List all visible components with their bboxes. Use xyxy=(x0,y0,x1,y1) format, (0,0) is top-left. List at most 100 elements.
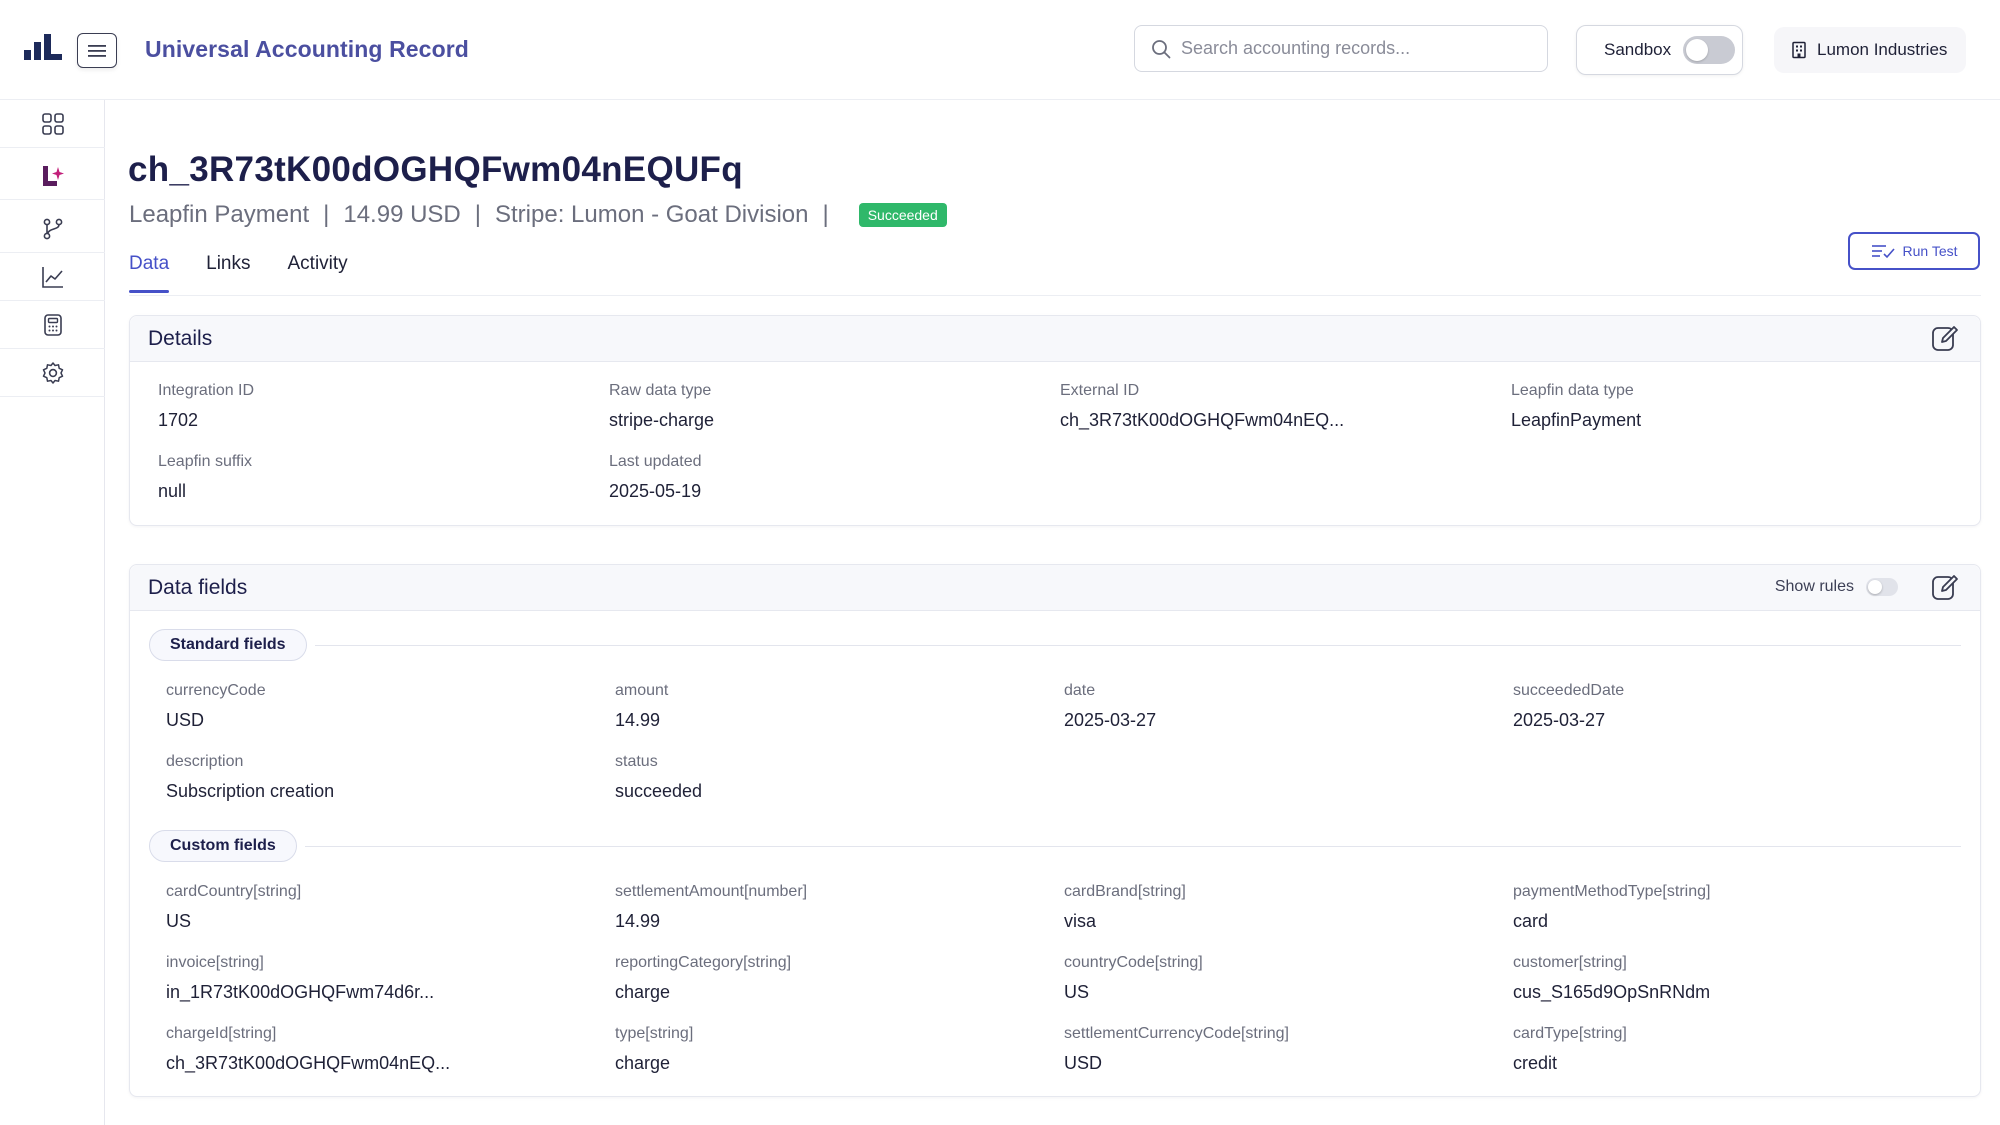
custom-field: reportingCategory[string] charge xyxy=(615,954,915,1003)
field-label: Last updated xyxy=(609,453,702,470)
toggle-knob xyxy=(1686,39,1709,61)
field-value: 14.99 xyxy=(615,710,661,730)
record-type: Leapfin Payment xyxy=(129,201,310,228)
field-label: countryCode[string] xyxy=(1064,954,1203,971)
section-divider xyxy=(315,645,1961,646)
field-value: USD xyxy=(1064,1053,1103,1073)
field-value: visa xyxy=(1064,911,1097,931)
hamburger-icon xyxy=(88,44,106,57)
field-label: settlementCurrencyCode[string] xyxy=(1064,1025,1289,1042)
branch-icon xyxy=(43,218,62,239)
field-value: USD xyxy=(166,710,205,730)
field-label: Raw data type xyxy=(609,382,712,399)
field-label: date xyxy=(1064,682,1096,699)
field-value: in_1R73tK00dOGHQFwm74d6r... xyxy=(166,982,435,1002)
run-test-label: Run Test xyxy=(1902,243,1958,259)
tabs-divider xyxy=(129,295,1981,296)
field-value: 2025-03-27 xyxy=(1064,710,1157,730)
field-value: card xyxy=(1513,911,1549,931)
field-value: charge xyxy=(615,982,671,1002)
field-label: Integration ID xyxy=(158,382,255,399)
search-icon xyxy=(1152,39,1171,58)
details-title: Details xyxy=(148,326,213,350)
standard-field: description Subscription creation xyxy=(166,753,466,802)
field-label: paymentMethodType[string] xyxy=(1513,883,1711,900)
sandbox-toggle[interactable] xyxy=(1683,36,1736,64)
building-icon xyxy=(1792,41,1806,59)
field-value: Subscription creation xyxy=(166,781,335,801)
record-id-title: ch_3R73tK00dOGHQFwm04nEQUFq xyxy=(128,150,743,189)
sidebar-item-settings[interactable] xyxy=(0,349,105,397)
separator: | xyxy=(822,201,829,228)
show-rules-toggle[interactable] xyxy=(1866,578,1898,596)
field-label: description xyxy=(166,753,244,770)
field-value: ch_3R73tK00dOGHQFwm04nEQ... xyxy=(1060,410,1345,430)
standard-fields-pill: Standard fields xyxy=(149,629,307,661)
field-value: LeapfinPayment xyxy=(1511,410,1642,430)
tab-data[interactable]: Data xyxy=(129,253,170,293)
custom-field: chargeId[string] ch_3R73tK00dOGHQFwm04nE… xyxy=(166,1025,466,1074)
field-value: US xyxy=(1064,982,1090,1002)
dashboard-grid-icon xyxy=(41,112,64,135)
search-input[interactable] xyxy=(1181,38,1547,59)
organization-button[interactable]: Lumon Industries xyxy=(1774,27,1966,73)
data-fields-card: Data fields Show rules Standard fields c… xyxy=(129,564,1981,1097)
field-label: cardType[string] xyxy=(1513,1025,1627,1042)
line-chart-icon xyxy=(41,266,63,288)
standard-field: succeededDate 2025-03-27 xyxy=(1513,682,1813,731)
field-value: ch_3R73tK00dOGHQFwm04nEQ... xyxy=(166,1053,451,1073)
leapfin-logo[interactable] xyxy=(24,34,62,64)
search-box[interactable] xyxy=(1134,25,1548,72)
run-test-button[interactable]: Run Test xyxy=(1848,232,1980,270)
sidebar-item-analytics[interactable] xyxy=(0,253,105,301)
field-label: cardCountry[string] xyxy=(166,883,302,900)
field-label: status xyxy=(615,753,658,770)
field-value: charge xyxy=(615,1053,671,1073)
separator: | xyxy=(323,201,330,228)
status-badge: Succeeded xyxy=(858,203,947,227)
record-amount: 14.99 USD xyxy=(343,201,461,228)
detail-field: Leapfin data type LeapfinPayment xyxy=(1511,382,1811,431)
sidebar-item-workflows[interactable] xyxy=(0,205,105,253)
details-card: Details Integration ID 1702 Raw data typ… xyxy=(129,315,1981,526)
field-label: chargeId[string] xyxy=(166,1025,277,1042)
record-source: Stripe: Lumon - Goat Division xyxy=(495,201,809,228)
field-label: reportingCategory[string] xyxy=(615,954,792,971)
sidebar-item-calculator[interactable] xyxy=(0,301,105,349)
leapfin-logo-icon xyxy=(42,165,64,186)
field-label: Leapfin data type xyxy=(1511,382,1634,399)
sidebar-item-dashboard[interactable] xyxy=(0,100,105,148)
sandbox-toggle-control[interactable]: Sandbox xyxy=(1576,25,1743,75)
field-value: 14.99 xyxy=(615,911,661,931)
standard-field: amount 14.99 xyxy=(615,682,915,731)
edit-icon[interactable] xyxy=(1930,572,1960,602)
show-rules-toggle-control[interactable]: Show rules xyxy=(1775,578,1898,596)
field-label: type[string] xyxy=(615,1025,694,1042)
details-card-header: Details xyxy=(130,316,1980,362)
organization-name: Lumon Industries xyxy=(1817,40,1948,59)
custom-field: invoice[string] in_1R73tK00dOGHQFwm74d6r… xyxy=(166,954,466,1003)
custom-fields-pill: Custom fields xyxy=(149,830,297,862)
field-value: 2025-03-27 xyxy=(1513,710,1606,730)
detail-field: Raw data type stripe-charge xyxy=(609,382,909,431)
field-value: succeeded xyxy=(615,781,703,801)
sidebar-item-records[interactable] xyxy=(0,152,105,200)
tab-activity[interactable]: Activity xyxy=(288,253,348,293)
menu-toggle-button[interactable] xyxy=(77,33,117,68)
top-bar: Universal Accounting Record Sandbox xyxy=(0,0,2000,100)
tab-links[interactable]: Links xyxy=(206,253,250,293)
field-label: External ID xyxy=(1060,382,1140,399)
custom-field: settlementAmount[number] 14.99 xyxy=(615,883,915,932)
custom-field: type[string] charge xyxy=(615,1025,915,1074)
detail-field: External ID ch_3R73tK00dOGHQFwm04nEQ... xyxy=(1060,382,1360,431)
field-label: settlementAmount[number] xyxy=(615,883,808,900)
standard-field: date 2025-03-27 xyxy=(1064,682,1364,731)
show-rules-label: Show rules xyxy=(1774,578,1854,595)
app-root: Universal Accounting Record Sandbox xyxy=(0,0,2000,1125)
field-value: 2025-05-19 xyxy=(609,481,702,501)
edit-icon[interactable] xyxy=(1930,323,1960,353)
custom-field: settlementCurrencyCode[string] USD xyxy=(1064,1025,1364,1074)
section-divider xyxy=(305,846,1961,847)
custom-field: customer[string] cus_S165d9OpSnRNdm xyxy=(1513,954,1813,1003)
detail-field: Last updated 2025-05-19 xyxy=(609,453,909,502)
